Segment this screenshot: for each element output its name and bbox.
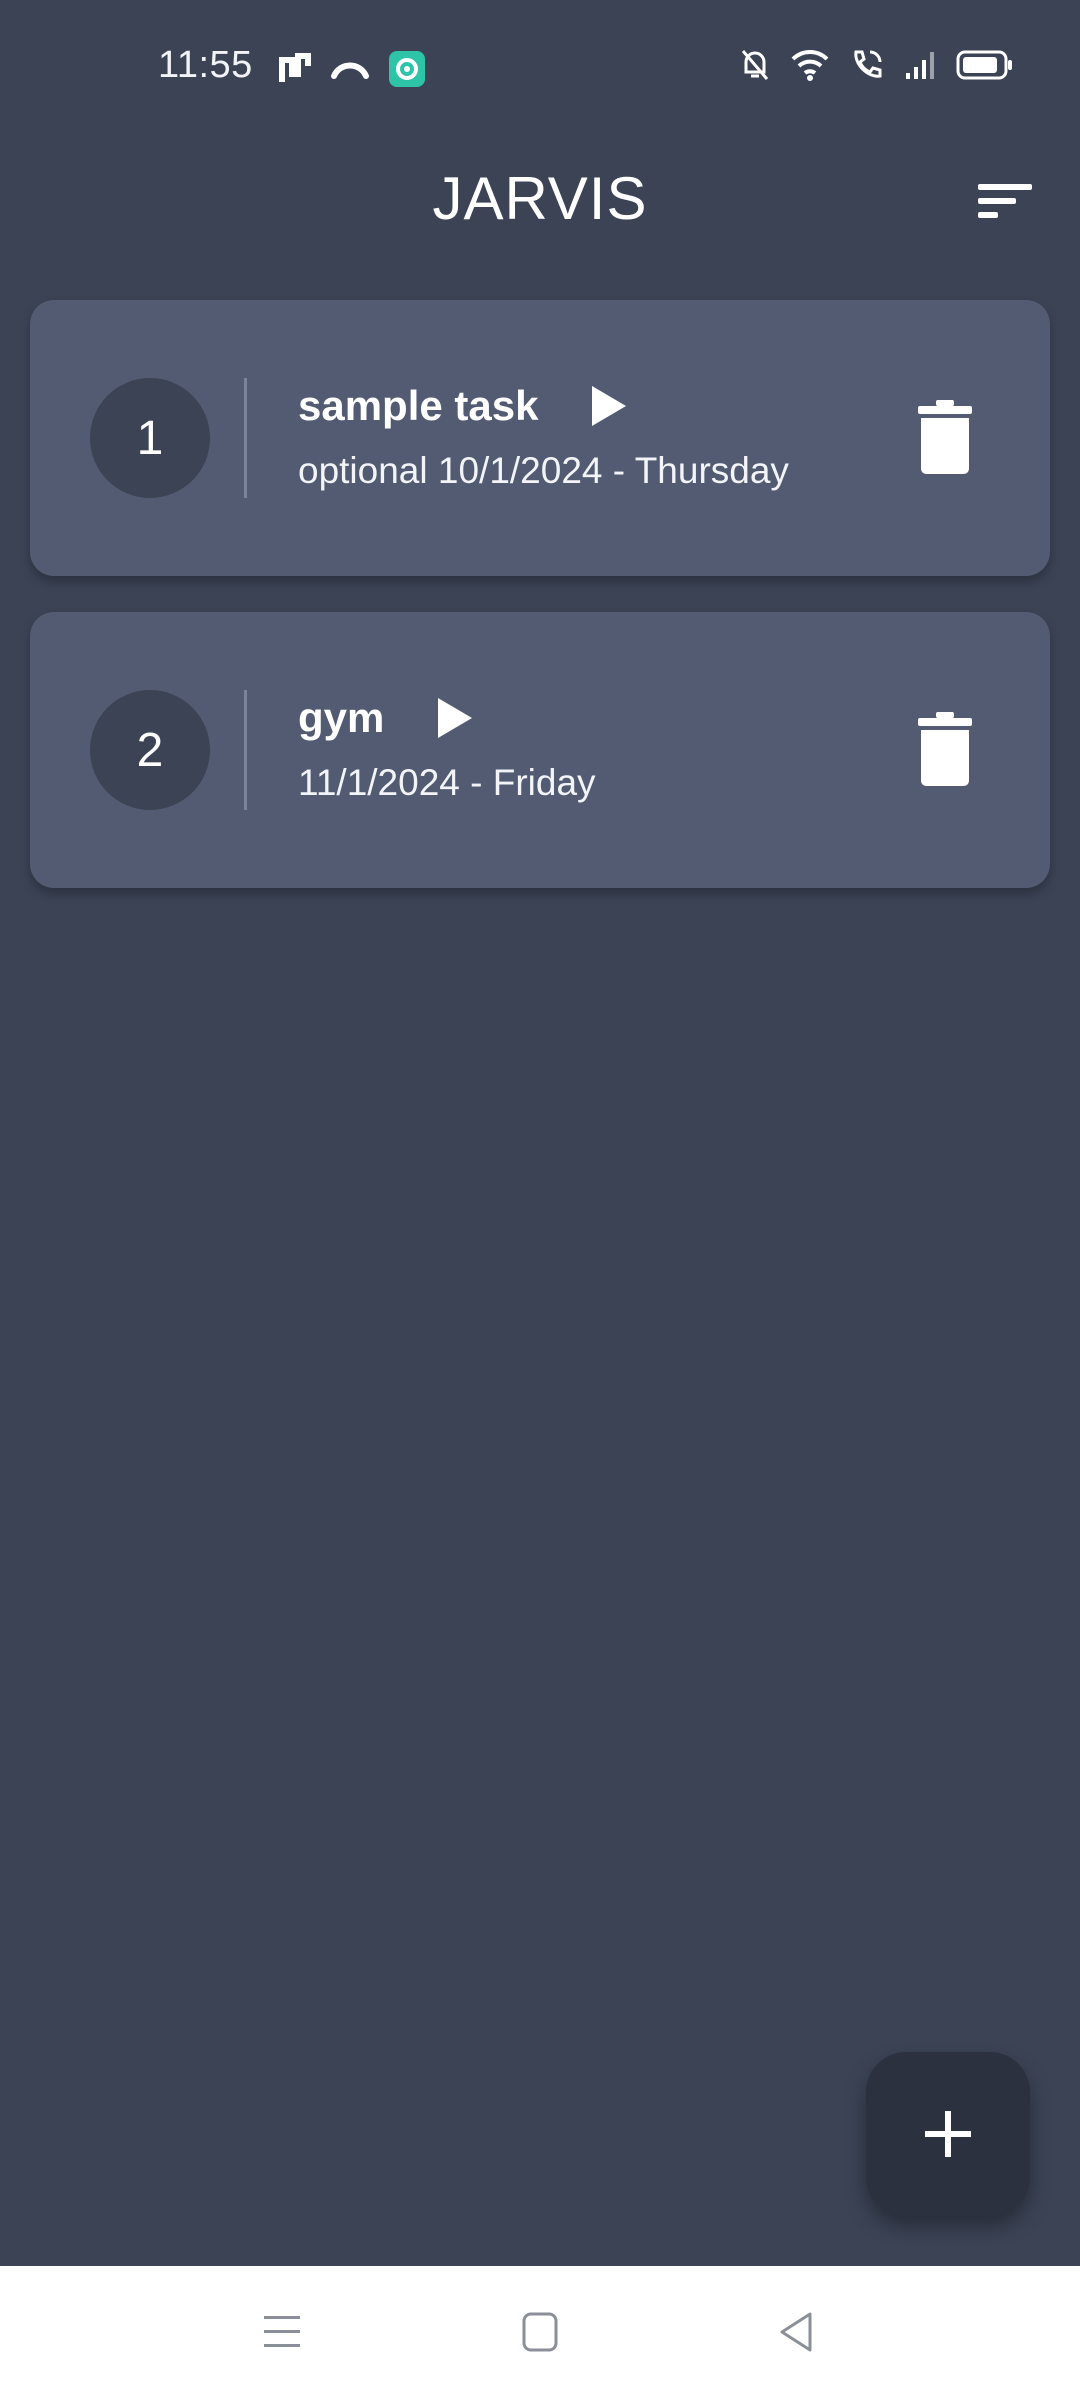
task-number: 1 <box>90 378 210 498</box>
task-title-row: gym <box>298 694 474 742</box>
add-task-button[interactable] <box>866 2052 1030 2216</box>
plus-icon <box>925 2111 971 2157</box>
status-bar: 11:55 <box>0 0 1080 140</box>
task-title-row: sample task <box>298 382 628 430</box>
trash-icon <box>918 400 972 474</box>
wifi-icon <box>790 48 830 82</box>
task-subtitle: optional 10/1/2024 - Thursday <box>298 450 789 491</box>
task-title: sample task <box>298 382 539 429</box>
task-divider <box>244 378 247 498</box>
app-header: JARVIS <box>0 140 1080 260</box>
task-list: 1 sample task optional 10/1/2024 - Thurs… <box>30 300 1050 924</box>
battery-icon <box>956 49 1014 81</box>
play-button[interactable] <box>588 384 628 428</box>
wifi-calling-icon <box>850 48 884 82</box>
play-icon <box>438 698 473 738</box>
trash-icon <box>918 712 972 786</box>
status-time: 11:55 <box>158 44 253 86</box>
task-divider <box>244 690 247 810</box>
app-title: JARVIS <box>432 165 648 232</box>
task-number: 2 <box>90 690 210 810</box>
play-button[interactable] <box>434 696 474 740</box>
status-left-icons <box>278 50 426 88</box>
delete-button[interactable] <box>916 712 974 786</box>
home-button[interactable] <box>520 2310 560 2359</box>
bell-off-icon <box>740 48 770 82</box>
delete-button[interactable] <box>916 400 974 474</box>
home-icon <box>522 2312 558 2352</box>
sort-button[interactable] <box>972 172 1042 232</box>
back-icon <box>780 2312 812 2352</box>
task-title: gym <box>298 694 385 741</box>
task-card[interactable]: 2 gym 11/1/2024 - Friday <box>30 612 1050 888</box>
missed-call-icon <box>330 54 370 84</box>
app-notification-icon <box>388 50 426 88</box>
play-icon <box>592 386 627 426</box>
back-button[interactable] <box>776 2310 816 2359</box>
sort-icon <box>978 184 1032 218</box>
nfc-icon <box>278 52 312 86</box>
signal-icon <box>904 49 936 81</box>
system-nav-bar <box>0 2266 1080 2400</box>
status-right-icons <box>740 48 1014 82</box>
recents-button[interactable] <box>262 2310 302 2359</box>
task-card[interactable]: 1 sample task optional 10/1/2024 - Thurs… <box>30 300 1050 576</box>
menu-icon <box>264 2316 300 2347</box>
task-subtitle: 11/1/2024 - Friday <box>298 762 596 803</box>
